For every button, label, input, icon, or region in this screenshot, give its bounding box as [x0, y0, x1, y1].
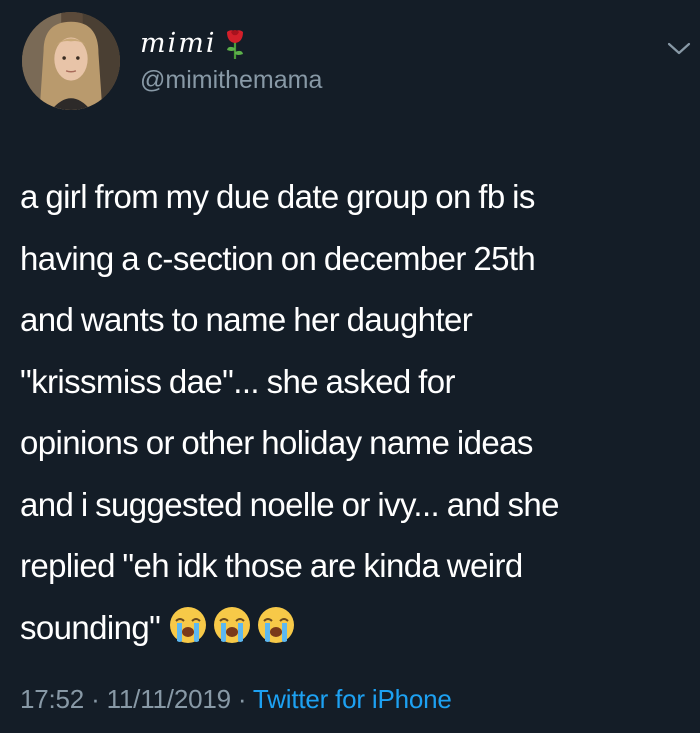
- tweet-source-link[interactable]: Twitter for iPhone: [253, 684, 452, 714]
- tweet-text: a girl from my due date group on fb is h…: [20, 166, 696, 658]
- tweet-text-line: replied "eh idk those are kinda weird: [20, 547, 523, 584]
- tweet-card: mimi @mimithemama a girl from my due dat…: [0, 0, 700, 733]
- meta-separator: ·: [230, 684, 253, 714]
- tweet-text-line: a girl from my due date group on fb is: [20, 178, 535, 215]
- avatar[interactable]: [22, 12, 120, 110]
- rose-icon: [227, 30, 244, 59]
- chevron-down-icon[interactable]: [666, 40, 692, 58]
- tweet-text-line: having a c-section on december 25th: [20, 239, 536, 277]
- tweet-time[interactable]: 17:52: [20, 684, 84, 714]
- tweet-text-last-line: sounding": [20, 597, 696, 659]
- tweet-date[interactable]: 11/11/2019: [107, 684, 231, 714]
- tweet-text-line: and wants to name her daughter: [20, 301, 473, 338]
- display-name[interactable]: mimi: [140, 28, 216, 59]
- emoji-row: [168, 605, 296, 645]
- loudly-crying-face-icon: [258, 606, 295, 643]
- tweet-meta: 17:52 · 11/11/2019 · Twitter for iPhone: [20, 684, 452, 715]
- tweet-text-line: sounding": [20, 608, 161, 646]
- avatar-photo: [22, 12, 120, 110]
- loudly-crying-face-icon: [170, 606, 207, 643]
- tweet-text-line: and i suggested noelle or ivy... and she: [20, 485, 560, 523]
- tweet-text-line: opinions or other holiday name ideas: [20, 424, 533, 461]
- display-name-row[interactable]: mimi: [140, 26, 246, 60]
- tweet-text-line: "krissmiss dae"... she asked for: [20, 362, 455, 400]
- meta-separator: ·: [84, 684, 107, 714]
- loudly-crying-face-icon: [214, 606, 251, 643]
- user-handle[interactable]: @mimithemama: [140, 66, 322, 95]
